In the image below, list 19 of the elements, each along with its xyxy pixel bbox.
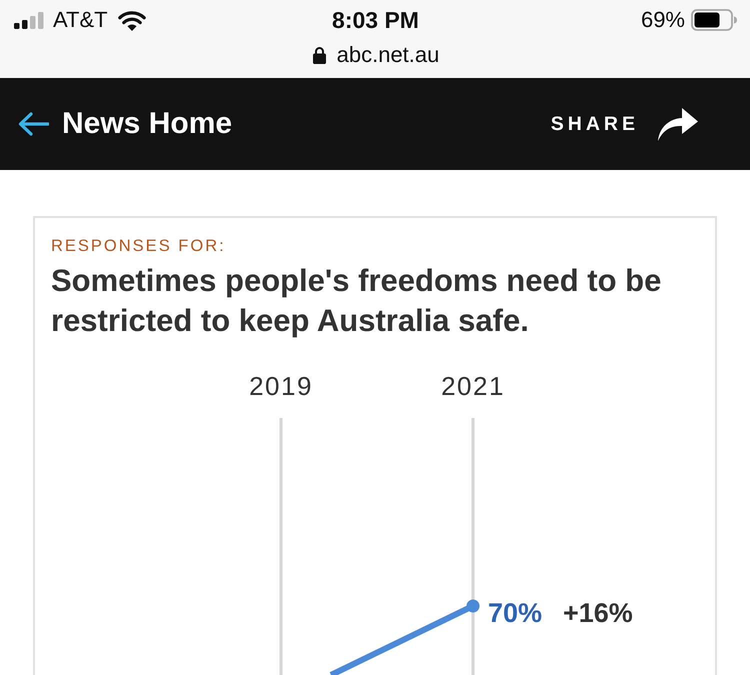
signal-icon — [14, 12, 44, 28]
value-label: 70% — [488, 598, 542, 628]
change-label: +16% — [563, 598, 633, 628]
question-title: Sometimes people's freedoms need to be restricted to keep Australia safe. — [51, 262, 662, 340]
time-label: 8:03 PM — [332, 8, 419, 32]
year-label: 2019 — [249, 371, 313, 401]
back-button[interactable]: News Home — [18, 107, 232, 141]
back-arrow-icon — [18, 112, 49, 136]
wifi-icon — [118, 10, 146, 30]
url-label[interactable]: abc.net.au — [336, 44, 440, 66]
battery-percent: 69% — [640, 9, 685, 31]
share-button[interactable]: SHARE — [550, 107, 698, 141]
battery-icon — [691, 9, 737, 31]
eyebrow-label: RESPONSES FOR: — [51, 236, 227, 257]
year-label: 2021 — [441, 371, 505, 401]
share-arrow-icon — [657, 107, 698, 141]
lock-icon — [312, 46, 326, 64]
data-point — [466, 600, 480, 612]
carrier-label: AT&T — [53, 9, 108, 31]
